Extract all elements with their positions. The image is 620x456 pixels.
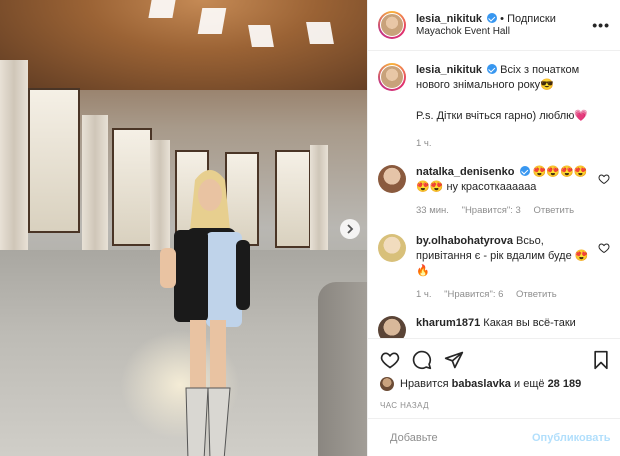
verified-badge-icon bbox=[487, 64, 498, 74]
curtain bbox=[82, 115, 108, 253]
comment-time[interactable]: 1 ч. bbox=[416, 289, 432, 300]
like-comment-heart-icon[interactable] bbox=[598, 173, 610, 185]
likes-summary[interactable]: Нравится babaslavka и ещё 28 189 bbox=[380, 377, 610, 391]
comment-username[interactable]: natalka_denisenko bbox=[416, 166, 514, 178]
reply-button[interactable]: Ответить bbox=[516, 289, 557, 300]
skylight bbox=[197, 8, 227, 34]
post-header: lesia_nikituk • Подписки Mayachok Event … bbox=[368, 0, 620, 51]
liker-avatar[interactable] bbox=[380, 377, 394, 391]
share-send-icon[interactable] bbox=[444, 350, 464, 370]
comment-bubble-icon[interactable] bbox=[412, 350, 432, 370]
post-actions: Нравится babaslavka и ещё 28 189 ЧАС НАЗ… bbox=[368, 338, 620, 410]
comment-likes[interactable]: "Нравится": 6 bbox=[444, 289, 503, 300]
post-sidebar: lesia_nikituk • Подписки Mayachok Event … bbox=[367, 0, 620, 456]
liker-username[interactable]: babaslavka bbox=[452, 378, 511, 390]
comments-list[interactable]: lesia_nikituk Всіх з початком нового зні… bbox=[368, 51, 620, 338]
skylight bbox=[306, 22, 334, 44]
caption-username[interactable]: lesia_nikituk bbox=[416, 64, 482, 76]
caption-ps: P.s. Дітки вчіться гарно) люблю💗 bbox=[416, 110, 589, 122]
comment-username[interactable]: by.olhabohatyrova bbox=[416, 235, 513, 247]
chevron-right-icon bbox=[347, 224, 354, 234]
comment-input[interactable] bbox=[390, 431, 532, 444]
verified-badge-icon bbox=[519, 166, 530, 176]
follow-button[interactable]: Подписки bbox=[507, 13, 556, 25]
comment-item: by.olhabohatyrova Всьо, привітання є - р… bbox=[378, 234, 610, 302]
post-modal: lesia_nikituk • Подписки Mayachok Event … bbox=[0, 0, 620, 456]
comment-text: Какая вы всё-таки bbox=[483, 317, 576, 329]
person-figure bbox=[160, 170, 250, 456]
skylight bbox=[148, 0, 176, 18]
post-timestamp[interactable]: ЧАС НАЗАД bbox=[380, 401, 610, 410]
caption: lesia_nikituk Всіх з початком нового зні… bbox=[378, 63, 610, 151]
comment-time[interactable]: 33 мин. bbox=[416, 205, 449, 216]
window bbox=[275, 150, 311, 248]
window bbox=[28, 88, 80, 233]
likes-count[interactable]: 28 189 bbox=[548, 378, 582, 390]
next-photo-button[interactable] bbox=[340, 219, 360, 239]
publish-button[interactable]: Опубликовать bbox=[532, 432, 611, 444]
comment-item: kharum1871 Какая вы всё-таки bbox=[378, 316, 610, 338]
window bbox=[112, 128, 152, 246]
verified-badge-icon bbox=[487, 13, 498, 23]
ceiling-decoration bbox=[0, 0, 367, 90]
caption-time[interactable]: 1 ч. bbox=[416, 138, 432, 149]
likes-prefix: Нравится bbox=[400, 378, 449, 390]
add-comment-bar: Опубликовать bbox=[368, 418, 620, 456]
bookmark-save-icon[interactable] bbox=[592, 350, 610, 370]
likes-middle: и ещё bbox=[514, 378, 545, 390]
comment-username[interactable]: kharum1871 bbox=[416, 317, 480, 329]
comment-item: natalka_denisenko 😍😍😍😍😍😍 ну красоткааааа… bbox=[378, 165, 610, 218]
post-photo[interactable] bbox=[0, 0, 367, 456]
comment-likes[interactable]: "Нравится": 3 bbox=[462, 205, 521, 216]
caption-avatar[interactable] bbox=[378, 63, 406, 91]
reply-button[interactable]: Ответить bbox=[533, 205, 574, 216]
author-avatar[interactable] bbox=[378, 11, 406, 39]
curtain bbox=[0, 60, 28, 260]
commenter-avatar[interactable] bbox=[378, 234, 406, 262]
like-comment-heart-icon[interactable] bbox=[598, 242, 610, 254]
commenter-avatar[interactable] bbox=[378, 165, 406, 193]
location-link[interactable]: Mayachok Event Hall bbox=[416, 26, 592, 37]
sofa bbox=[318, 282, 367, 456]
separator: • bbox=[500, 13, 505, 25]
like-heart-icon[interactable] bbox=[380, 350, 400, 370]
curtain bbox=[310, 145, 328, 251]
more-options-button[interactable]: ••• bbox=[592, 17, 610, 33]
skylight bbox=[248, 25, 274, 47]
author-username[interactable]: lesia_nikituk bbox=[416, 13, 482, 25]
commenter-avatar[interactable] bbox=[378, 316, 406, 338]
